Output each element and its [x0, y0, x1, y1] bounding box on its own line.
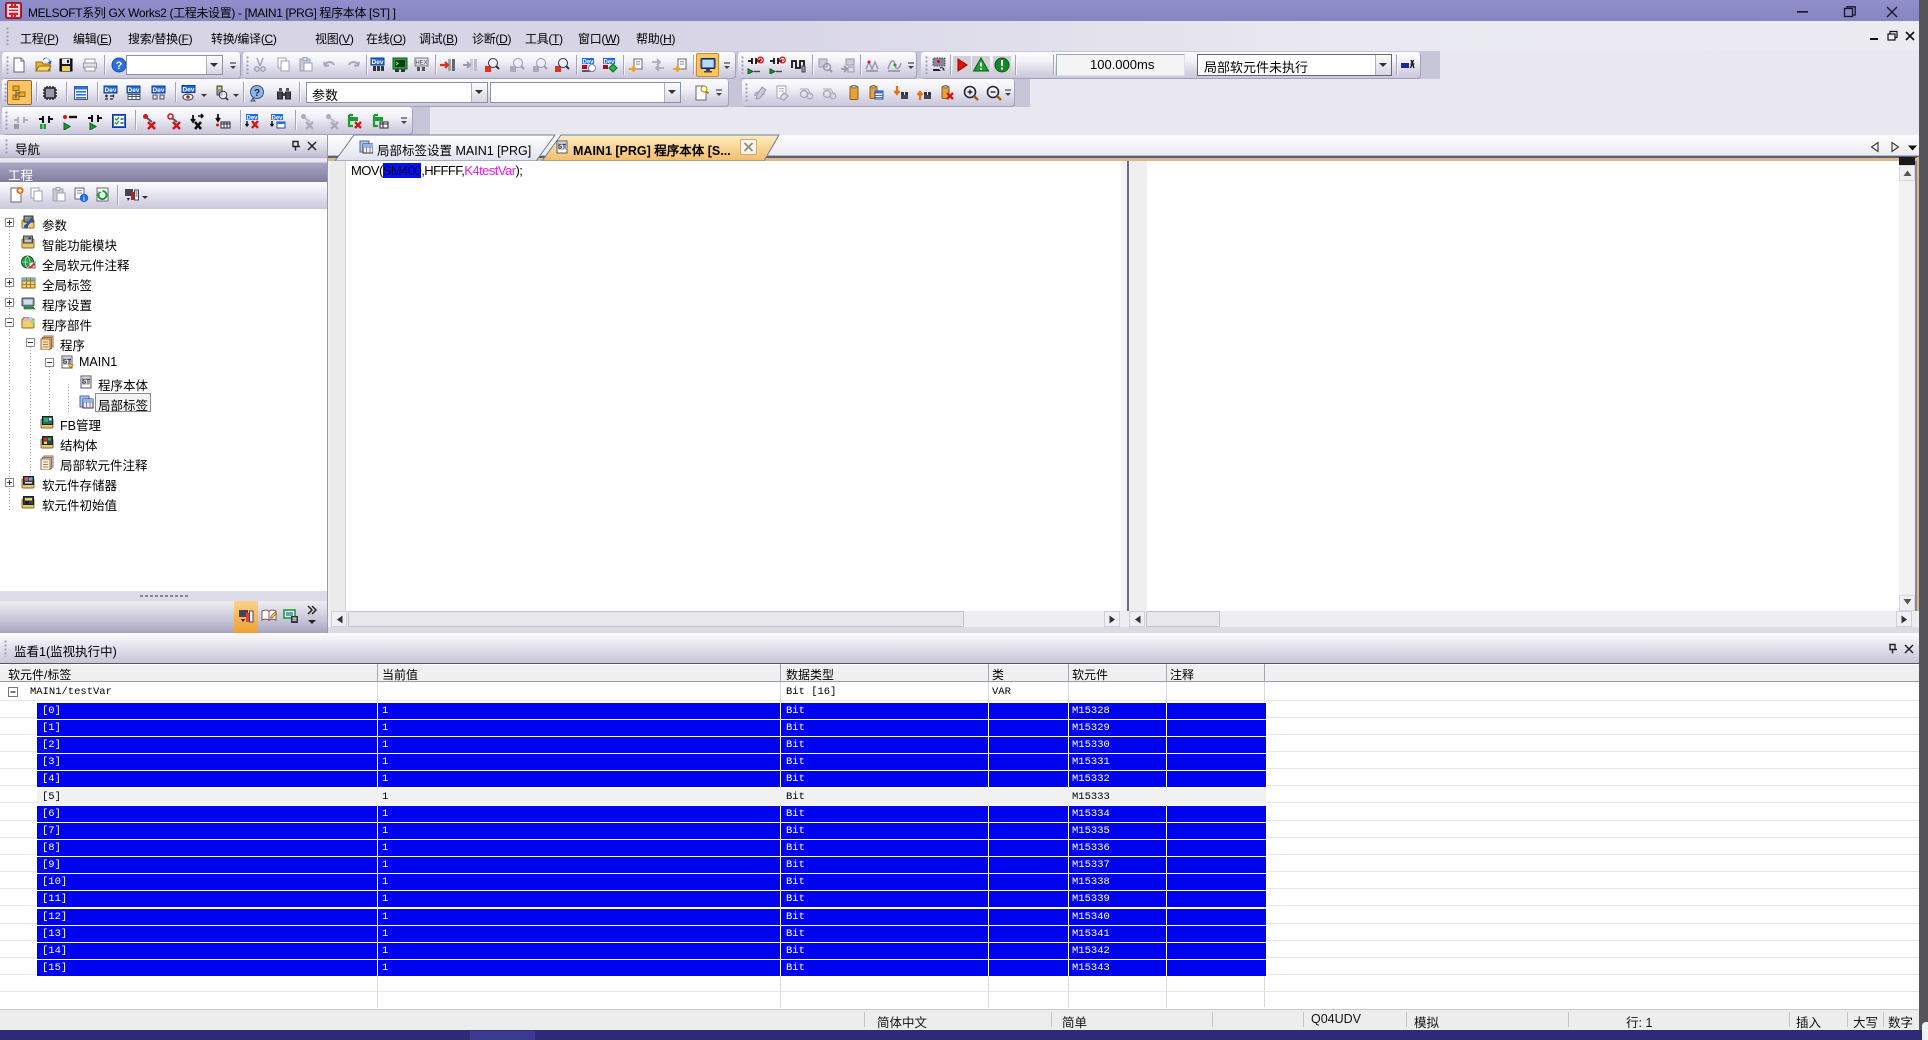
svg-text:Dev: Dev — [128, 87, 140, 94]
svg-text:ST: ST — [558, 145, 566, 151]
svg-text:?: ? — [116, 60, 123, 72]
svg-text:Dev: Dev — [183, 87, 195, 94]
svg-text:HEX: HEX — [415, 61, 427, 67]
svg-text:i: i — [83, 196, 85, 203]
svg-text:Dev: Dev — [246, 115, 258, 121]
svg-text:ST: ST — [82, 380, 90, 386]
svg-text:Dev: Dev — [271, 115, 283, 121]
svg-text:?: ? — [254, 88, 260, 99]
svg-text:Dev: Dev — [372, 59, 384, 66]
svg-text:Dev: Dev — [105, 87, 117, 94]
svg-text:Dev: Dev — [153, 87, 165, 94]
